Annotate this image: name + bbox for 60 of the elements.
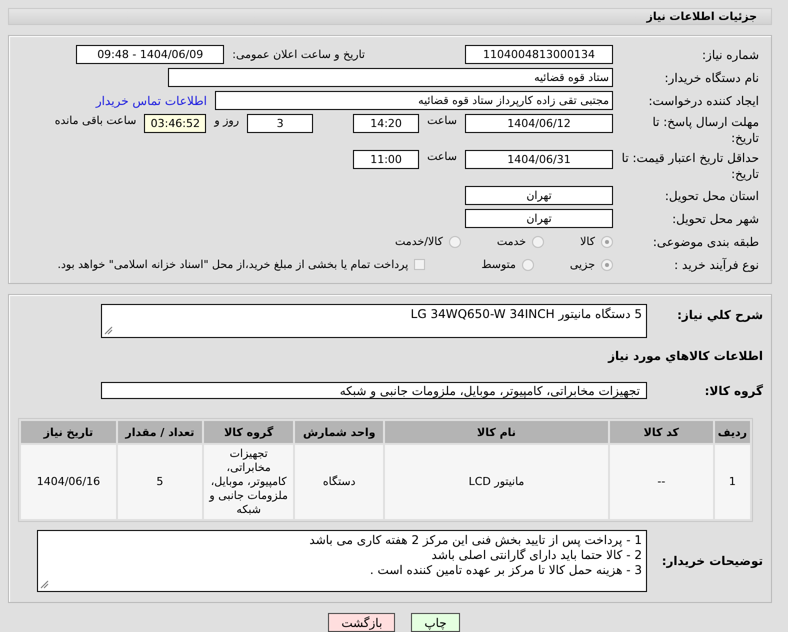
table-cell: -- xyxy=(610,445,713,519)
radio-label: جزیی xyxy=(570,258,595,271)
column-header: واحد شمارش xyxy=(295,421,384,443)
note-line: 1 - پرداخت پس از تایید بخش فنی این مرکز 2 هفته کاری می باشد xyxy=(308,533,642,548)
table-cell: مانیتور LCD xyxy=(385,445,608,519)
column-header: نام کالا xyxy=(385,421,608,443)
table-cell: دستگاه xyxy=(295,445,384,519)
field-label: گروه كالا: xyxy=(704,384,763,398)
text-field[interactable]: 3 xyxy=(247,114,314,133)
table-cell: 1404/06/16 xyxy=(21,445,116,519)
field-label: توضیحات خریدار: xyxy=(660,554,763,568)
description-field[interactable]: 5 دستگاه مانیتور LG 34WQ650-W 34INCH xyxy=(101,304,647,338)
radio-label: کالا xyxy=(580,235,595,248)
column-header: ردیف xyxy=(714,421,750,443)
field-label: مهلت ارسال پاسخ: تا تاریخ: xyxy=(651,114,760,146)
column-header: گروه کالا xyxy=(204,421,294,443)
table-cell: 5 xyxy=(118,445,202,519)
field-label: نوع فرآیند خرید : xyxy=(673,256,760,272)
text-field[interactable]: 1404/06/12 xyxy=(465,114,613,133)
text-field[interactable]: 11:00 xyxy=(353,150,420,169)
field-label: حداقل تاریخ اعتبار قیمت: تا تاریخ: xyxy=(621,150,760,182)
table-cell: 1 xyxy=(714,445,750,519)
field-label: ساعت xyxy=(427,114,457,127)
column-header: کد کالا xyxy=(610,421,713,443)
field-label: نام دستگاه خریدار: xyxy=(664,70,760,86)
back-button[interactable]: بازگشت xyxy=(328,613,396,632)
text-field[interactable]: 1404/06/09 - 09:48 xyxy=(76,45,224,64)
column-header: تعداد / مقدار xyxy=(118,421,202,443)
contact-link[interactable]: اطلاعات تماس خریدار xyxy=(96,94,207,108)
table-cell: تجهیزات مخابراتی، کامپیوتر، موبایل، ملزومات جانبی و شبکه xyxy=(204,445,294,519)
note-line: 2 - کالا حتما باید دارای گارانتی اصلی باشد xyxy=(430,548,642,563)
text-field[interactable]: مجتبی تقی زاده کارپرداز ستاد قوه قضائیه xyxy=(215,91,613,110)
print-button[interactable]: چاپ xyxy=(411,613,460,632)
field-label: طبقه بندی موضوعی: xyxy=(652,234,760,250)
field-label: روز و xyxy=(214,114,240,127)
field-label: استان محل تحویل: xyxy=(664,188,760,204)
field-label: تاریخ و ساعت اعلان عمومی: xyxy=(232,48,365,61)
radio-label: متوسط xyxy=(481,258,516,271)
radio-label: خدمت xyxy=(496,235,526,248)
page-title: جزئیات اطلاعات نیاز xyxy=(646,10,757,23)
field-label: شرح كلي نياز: xyxy=(676,308,763,322)
note-line: 3 - هزینه حمل کالا تا مرکز بر عهده تامین کننده است . xyxy=(368,563,642,578)
text-field[interactable]: 03:46:52 xyxy=(144,114,206,133)
radio-label: کالا/خدمت xyxy=(395,235,443,248)
text-field[interactable]: تهران xyxy=(465,209,613,228)
field-label: ایجاد کننده درخواست: xyxy=(647,92,760,108)
text-field[interactable]: 1104004813000134 xyxy=(465,45,613,64)
goods-group-field: تجهیزات مخابراتی، کامپیوتر، موبایل، ملزومات جانبی و شبکه xyxy=(101,382,647,399)
buyer-notes-field[interactable]: 1 - پرداخت پس از تایید بخش فنی این مرکز 2 هفته کاری می باشد 2 - کالا حتما باید دارای گارانتی اصلی باشد 3 - هزینه حمل کالا تا مرکز بر عهده تامین کننده است . xyxy=(37,530,647,592)
field-label: شماره نیاز: xyxy=(701,46,760,62)
text-field[interactable]: ستاد قوه قضائیه xyxy=(168,68,613,87)
column-header: تاریخ نیاز xyxy=(21,421,116,443)
field-label: ساعت باقی مانده xyxy=(54,114,136,127)
text-field[interactable]: 1404/06/31 xyxy=(465,150,613,169)
section-heading: اطلاعات كالاهاي مورد نياز xyxy=(608,348,763,362)
field-label: ساعت xyxy=(427,150,457,163)
checkbox-label: پرداخت تمام یا بخشی از مبلغ خرید،از محل "اسناد خزانه اسلامی" خواهد بود. xyxy=(58,258,408,271)
text-field[interactable]: تهران xyxy=(465,186,613,205)
text-field[interactable]: 14:20 xyxy=(353,114,420,133)
field-label: شهر محل تحویل: xyxy=(671,210,760,226)
